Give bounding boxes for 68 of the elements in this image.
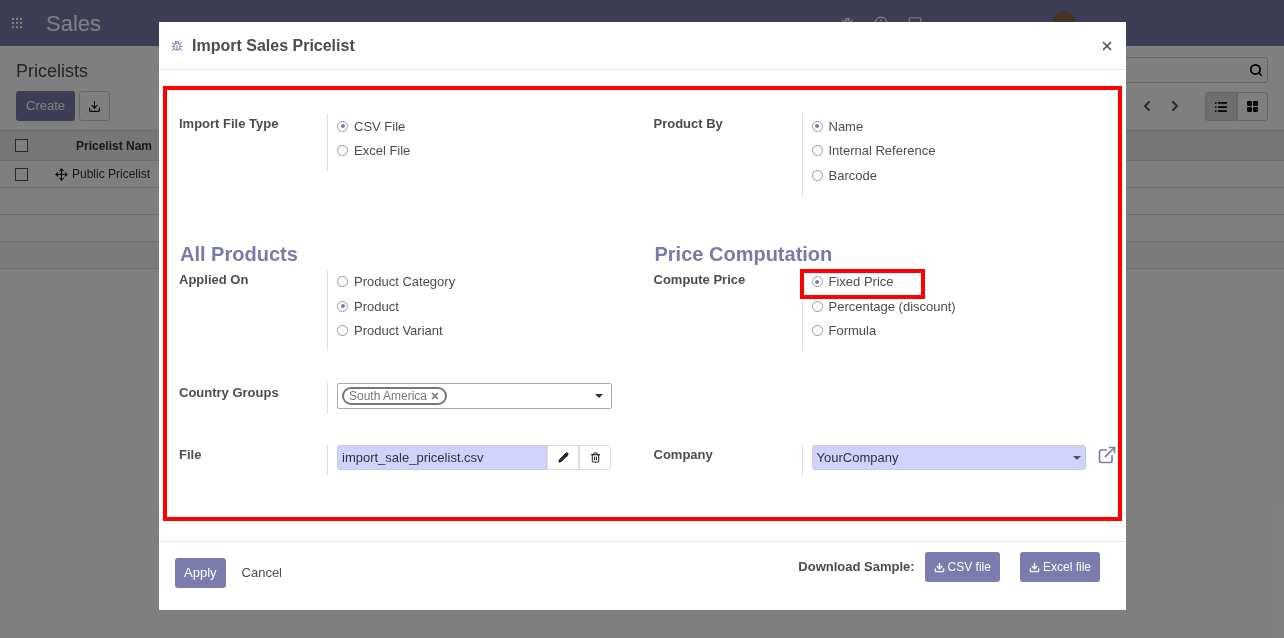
download-icon [933,561,945,573]
select-all-checkbox[interactable] [15,139,28,152]
caret-icon [1072,455,1081,460]
drag-handle-icon[interactable] [55,167,68,181]
apply-button[interactable]: Apply [175,558,226,588]
delete-button[interactable] [579,445,611,470]
file-field[interactable]: import_sale_pricelist.csv [337,445,547,470]
radio-label: Fixed Price [828,273,894,291]
radio-button[interactable] [811,120,823,132]
download-sample-label: Download Sample: [798,558,915,577]
radio-label: Percentage (discount) [828,297,956,316]
radio-label: Barcode [828,166,877,185]
radio-label: Product Category [354,273,456,291]
radio-label: Formula [828,322,877,340]
caret-icon [595,394,603,398]
radio-label: Product [354,297,399,316]
field-label: File [179,446,203,464]
download-icon [1028,561,1040,573]
kanban-view-button[interactable] [1237,92,1268,121]
app-name[interactable]: Sales [46,6,102,40]
table-cell-text: Public Pricelist [72,166,151,183]
radio-button[interactable] [337,325,348,337]
radio-button[interactable] [337,276,348,288]
radio-button[interactable] [337,120,348,132]
radio-button[interactable] [811,145,823,157]
country-groups-field[interactable]: South America [337,383,612,409]
section-heading: All Products [179,241,299,266]
radio-label: CSV File [354,117,406,136]
radio-button[interactable] [337,300,348,312]
dialog-title: Import Sales Pricelist [192,35,355,56]
apps-menu-icon[interactable] [10,16,24,30]
bug-icon [171,39,183,52]
radio-label: Internal Reference [828,142,936,160]
cancel-button[interactable]: Cancel [232,558,291,588]
field-label: Product By [653,115,724,133]
company-select[interactable]: YourCompany [811,445,1086,470]
radio-button[interactable] [337,145,348,157]
external-link-icon[interactable] [1096,445,1117,465]
radio-button[interactable] [811,300,823,312]
radio-button[interactable] [811,169,823,181]
section-heading: Price Computation [653,241,834,266]
trash-icon [589,452,601,463]
create-button[interactable]: Create [16,91,76,121]
search-icon [1249,63,1263,77]
radio-label: Name [828,117,864,136]
page-title: Pricelists [16,60,88,83]
radio-button[interactable] [811,276,823,288]
remove-icon[interactable] [430,391,441,401]
download-icon [88,99,102,113]
grid-icon [1246,100,1259,113]
download-sample-button[interactable]: Excel file [1019,552,1100,582]
radio-label: Product Variant [354,322,443,340]
tag: South America [342,387,448,405]
radio-label: Excel File [354,142,411,160]
radio-button[interactable] [811,325,823,337]
list-view-button[interactable] [1205,92,1237,121]
list-icon [1214,99,1228,114]
import-button[interactable] [79,91,111,121]
column-header[interactable]: Pricelist Nam [76,136,153,155]
row-checkbox[interactable] [15,167,28,181]
edit-button[interactable] [547,445,579,470]
pencil-icon [557,452,569,463]
field-label: Applied On [179,270,250,289]
download-sample-button[interactable]: CSV file [924,552,1000,582]
field-label: Country Groups [179,384,280,402]
field-label: Compute Price [653,270,747,289]
field-label: Import File Type [179,115,280,133]
field-label: Company [653,446,714,464]
